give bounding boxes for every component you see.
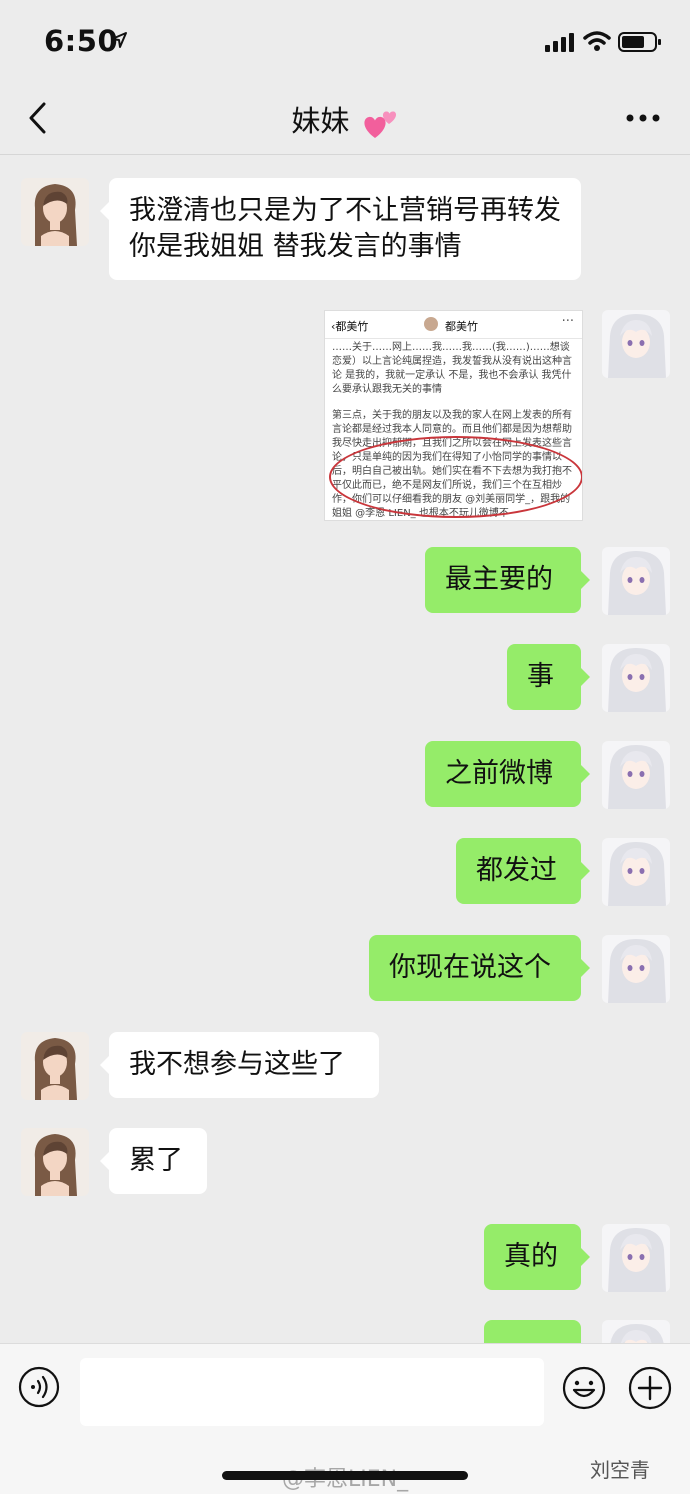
my-avatar[interactable] [602, 935, 670, 1003]
screenshot-name: 都美竹 [445, 320, 478, 333]
cellular-signal-icon [545, 33, 574, 52]
contact-avatar[interactable] [21, 1128, 89, 1196]
home-indicator[interactable] [222, 1471, 468, 1480]
emoji-icon[interactable] [562, 1366, 606, 1410]
more-options-icon[interactable] [626, 113, 660, 123]
my-avatar[interactable] [602, 644, 670, 712]
red-circle-annotation [329, 436, 582, 518]
screenshot-more-icon: ··· [561, 314, 574, 329]
anime-girl-avatar-icon [602, 310, 670, 378]
my-avatar[interactable] [602, 838, 670, 906]
message-bubble-incoming[interactable]: 我不想参与这些了 [100, 1032, 379, 1098]
anime-girl-avatar-icon [602, 935, 670, 1003]
message-bubble-outgoing[interactable]: 事 [507, 644, 590, 710]
status-bar: 6:50 [0, 0, 690, 80]
anime-girl-avatar-icon [602, 547, 670, 615]
status-time: 6:50 [44, 24, 119, 58]
chat-title-text: 妹妹 [291, 104, 350, 138]
message-input-bar: @李恩LIEN_ 刘空青 [0, 1343, 690, 1494]
screenshot-header: ‹都美竹 都美竹 ··· [325, 311, 582, 339]
voice-input-icon[interactable] [18, 1366, 60, 1408]
wifi-icon [583, 31, 611, 51]
message-bubble-outgoing[interactable]: 最主要的 [425, 547, 590, 613]
message-bubble-outgoing[interactable]: 真的 [484, 1224, 590, 1290]
message-bubble-incoming[interactable]: 我澄清也只是为了不让营销号再转发你是我姐姐 替我发言的事情 [100, 178, 581, 280]
my-avatar[interactable] [602, 741, 670, 809]
my-avatar[interactable] [602, 1320, 670, 1343]
chat-message-list[interactable]: 我澄清也只是为了不让营销号再转发你是我姐姐 替我发言的事情 ‹都美竹 都美竹 ·… [0, 155, 690, 1343]
woman-portrait-icon [21, 1128, 89, 1196]
anime-girl-avatar-icon [602, 838, 670, 906]
location-arrow-icon [111, 32, 127, 48]
my-avatar[interactable] [602, 1224, 670, 1292]
message-bubble-outgoing[interactable]: 之前微博 [425, 741, 590, 807]
my-avatar[interactable] [602, 310, 670, 378]
message-bubble-outgoing[interactable]: 你现在说这个 [369, 935, 590, 1001]
contact-avatar[interactable] [21, 178, 89, 246]
anime-girl-avatar-icon [602, 644, 670, 712]
woman-portrait-icon [21, 178, 89, 246]
message-bubble-incoming[interactable]: 累了 [100, 1128, 207, 1194]
message-bubble-outgoing[interactable]: 都发过 [456, 838, 590, 904]
woman-portrait-icon [21, 1032, 89, 1100]
anime-girl-avatar-icon [602, 1320, 670, 1343]
chat-header: 妹妹 [0, 80, 690, 155]
screenshot-avatar [424, 317, 438, 331]
battery-icon [618, 32, 661, 52]
anime-girl-avatar-icon [602, 741, 670, 809]
chat-title: 妹妹 [0, 98, 690, 140]
two-hearts-icon [364, 111, 396, 138]
shared-screenshot-image[interactable]: ‹都美竹 都美竹 ··· ……关于……网上……我……我……(我……)……想谈恋爱… [324, 310, 583, 521]
message-bubble-outgoing-partial[interactable] [484, 1320, 581, 1343]
contact-avatar[interactable] [21, 1032, 89, 1100]
screenshot-back-label: ‹都美竹 [331, 320, 369, 333]
screenshot-paragraph: ……关于……网上……我……我……(我……)……想谈恋爱）以上言论纯属捏造，我发誓… [332, 342, 572, 395]
my-avatar[interactable] [602, 547, 670, 615]
plus-icon[interactable] [628, 1366, 672, 1410]
anime-girl-avatar-icon [602, 1224, 670, 1292]
watermark-account: 刘空青 [590, 1458, 650, 1482]
message-input[interactable] [80, 1358, 544, 1426]
